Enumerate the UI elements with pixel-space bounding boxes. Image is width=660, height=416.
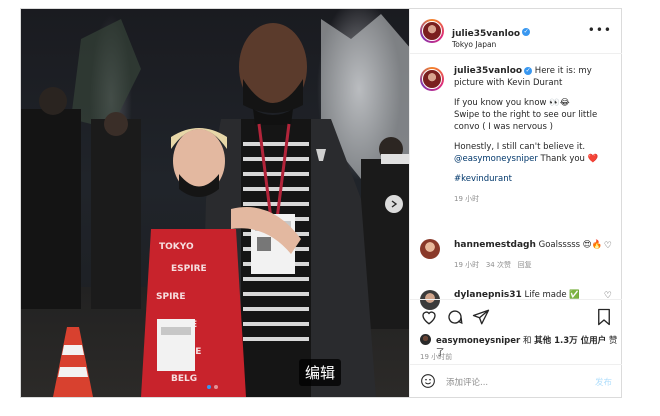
post-sidebar: julie35vanloo ✓ Tokyo Japan ••• julie35va… — [409, 9, 622, 397]
instagram-post: TOKYO ESPIRE SPIRE ICE INSPIRE BELG 编辑 — [20, 8, 622, 398]
likes-summary: easymoneysniper 和 其他 1.3万 位用户 赞了 — [436, 334, 622, 358]
liker-username[interactable]: easymoneysniper — [436, 336, 520, 346]
caption-avatar[interactable] — [420, 67, 444, 91]
chevron-right-icon — [391, 200, 398, 208]
post-comment-button[interactable]: 发布 — [595, 376, 612, 388]
carousel-dot — [207, 385, 211, 389]
bookmark-icon[interactable] — [596, 308, 612, 326]
comment-input[interactable]: 添加评论... — [446, 376, 488, 388]
caption: julie35vanloo ✓ Here it is: my picture wi… — [454, 65, 614, 205]
caption-time: 19 小时 — [454, 195, 480, 203]
caption-line-5: Thank you ❤️ — [540, 154, 599, 164]
comment-text: Goalsssss 😍🔥 — [538, 240, 603, 250]
avatar[interactable] — [420, 19, 444, 43]
caption-line-3: Swipe to the right to see our little con… — [454, 110, 598, 132]
header-username[interactable]: julie35vanloo — [452, 29, 520, 39]
comment-username[interactable]: hannemestdagh — [454, 240, 536, 250]
comment-meta: 19 小时 34 次赞 回复 — [454, 259, 604, 271]
likes-others[interactable]: 其他 1.3万 位用户 — [534, 336, 606, 346]
hashtag-link[interactable]: #kevindurant — [454, 174, 512, 184]
svg-text:TOKYO: TOKYO — [159, 242, 194, 252]
carousel-dot — [214, 385, 218, 389]
comment: hannemestdagh Goalsssss 😍🔥 19 小时 34 次赞 回… — [454, 239, 604, 271]
comment-text: Life made ✅ — [524, 290, 580, 299]
caption-username[interactable]: julie35vanloo — [454, 66, 522, 76]
more-icon[interactable]: ••• — [588, 23, 612, 37]
comment-time: 19 小时 — [454, 261, 480, 269]
comment-likes[interactable]: 34 次赞 — [486, 261, 511, 269]
share-icon[interactable] — [472, 308, 490, 326]
svg-text:SPIRE: SPIRE — [156, 292, 186, 302]
caption-line-4: Honestly, I still can't believe it. — [454, 142, 586, 152]
location[interactable]: Tokyo Japan — [452, 40, 530, 49]
comment: dylanepnis31 Life made ✅ — [454, 289, 604, 299]
add-comment-bar: 添加评论... 发布 — [410, 364, 622, 399]
svg-text:BELG: BELG — [171, 374, 197, 384]
comment-like-icon[interactable]: ♡ — [604, 241, 612, 251]
mention-link[interactable]: @easymoneysniper — [454, 154, 538, 164]
likes-and: 和 — [522, 336, 532, 346]
next-photo-button[interactable] — [385, 195, 403, 213]
reply-button[interactable]: 回复 — [518, 261, 532, 269]
comment-icon[interactable] — [446, 308, 464, 326]
emoji-icon[interactable] — [420, 373, 436, 389]
caption-line-2: If you know you know 👀😂 — [454, 98, 570, 108]
post-time: 19 小时前 — [420, 353, 453, 361]
carousel-dots — [207, 385, 218, 389]
post-header: julie35vanloo ✓ Tokyo Japan ••• — [410, 9, 622, 54]
traffic-cone — [53, 327, 93, 397]
verified-icon: ✓ — [524, 66, 533, 75]
verified-icon: ✓ — [522, 27, 531, 36]
like-heart-icon[interactable] — [420, 308, 438, 326]
watermark: 编辑 — [299, 359, 342, 386]
liker-avatar[interactable] — [420, 334, 431, 345]
post-photo[interactable]: TOKYO ESPIRE SPIRE ICE INSPIRE BELG 编辑 — [21, 9, 409, 397]
comment-username[interactable]: dylanepnis31 — [454, 290, 522, 299]
commenter-avatar[interactable] — [420, 239, 440, 259]
action-bar: easymoneysniper 和 其他 1.3万 位用户 赞了 19 小时前 … — [410, 299, 622, 398]
svg-text:ESPIRE: ESPIRE — [171, 264, 207, 274]
